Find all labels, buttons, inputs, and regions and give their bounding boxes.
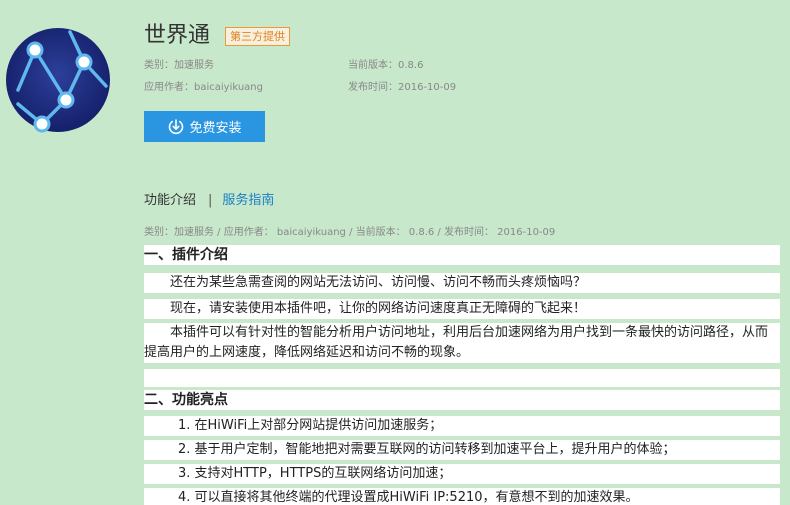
app-detail-page: 世界通 第三方提供 类别：加速服务 当前版本：0.8.6 应用作者：baicai…: [0, 0, 790, 505]
paragraph-text: 本插件可以有针对性的智能分析用户访问地址，利用后台加速网络为用户找到一条最快的访…: [170, 325, 769, 340]
section-heading-highlights: 二、功能亮点: [144, 390, 780, 410]
section-heading-text: 一、插件介绍: [144, 247, 228, 263]
list-item-text: 1. 在HiWiFi上对部分网站提供访问加速服务；: [178, 418, 443, 433]
tab-intro[interactable]: 功能介绍: [144, 193, 196, 208]
blank-row: [144, 369, 780, 387]
list-item-text: 4. 可以直接将其他终端的代理设置成HiWiFi IP:5210，有意想不到的加…: [178, 490, 639, 505]
tab-separator: |: [208, 193, 213, 208]
app-author: 应用作者：baicaiyikuang: [144, 82, 263, 93]
section-heading-text: 二、功能亮点: [144, 392, 228, 408]
free-install-button[interactable]: 免费安装: [144, 111, 265, 142]
third-party-badge: 第三方提供: [225, 27, 290, 46]
install-button-label: 免费安装: [189, 121, 242, 136]
list-item: 4. 可以直接将其他终端的代理设置成HiWiFi IP:5210，有意想不到的加…: [144, 488, 780, 505]
app-category: 类别：加速服务: [144, 60, 214, 71]
tab-service-guide[interactable]: 服务指南: [222, 193, 274, 208]
paragraph-text: 提高用户的上网速度，降低网络延迟和访问不畅的现象。: [144, 345, 470, 360]
section-heading-intro: 一、插件介绍: [144, 245, 780, 265]
list-item: 2. 基于用户定制，智能地把对需要互联网的访问转移到加速平台上，提升用户的体验；: [144, 440, 780, 460]
paragraph: 还在为某些急需查阅的网站无法访问、访问慢、访问不畅而头疼烦恼吗？: [144, 273, 780, 293]
paragraph: 现在，请安装使用本插件吧，让你的网络访问速度真正无障碍的飞起来！: [144, 299, 780, 319]
list-item-text: 3. 支持对HTTP，HTTPS的互联网络访问加速；: [178, 466, 452, 481]
paragraph-text: 还在为某些急需查阅的网站无法访问、访问慢、访问不畅而头疼烦恼吗？: [170, 275, 587, 290]
list-item-text: 2. 基于用户定制，智能地把对需要互联网的访问转移到加速平台上，提升用户的体验；: [178, 442, 676, 457]
paragraph: 本插件可以有针对性的智能分析用户访问地址，利用后台加速网络为用户找到一条最快的访…: [144, 323, 780, 363]
app-network-logo-icon: [6, 28, 110, 133]
app-release-date: 发布时间：2016-10-09: [348, 82, 457, 93]
detail-tabs: 功能介绍 | 服务指南: [144, 192, 274, 210]
list-item: 3. 支持对HTTP，HTTPS的互联网络访问加速；: [144, 464, 780, 484]
summary-meta: 类别：加速服务 / 应用作者： baicaiyikuang / 当前版本： 0.…: [144, 227, 556, 238]
paragraph-text: 现在，请安装使用本插件吧，让你的网络访问速度真正无障碍的飞起来！: [170, 301, 587, 316]
app-version: 当前版本：0.8.6: [348, 60, 424, 71]
list-item: 1. 在HiWiFi上对部分网站提供访问加速服务；: [144, 416, 780, 436]
app-title: 世界通: [144, 23, 211, 48]
power-download-icon: [169, 118, 184, 134]
